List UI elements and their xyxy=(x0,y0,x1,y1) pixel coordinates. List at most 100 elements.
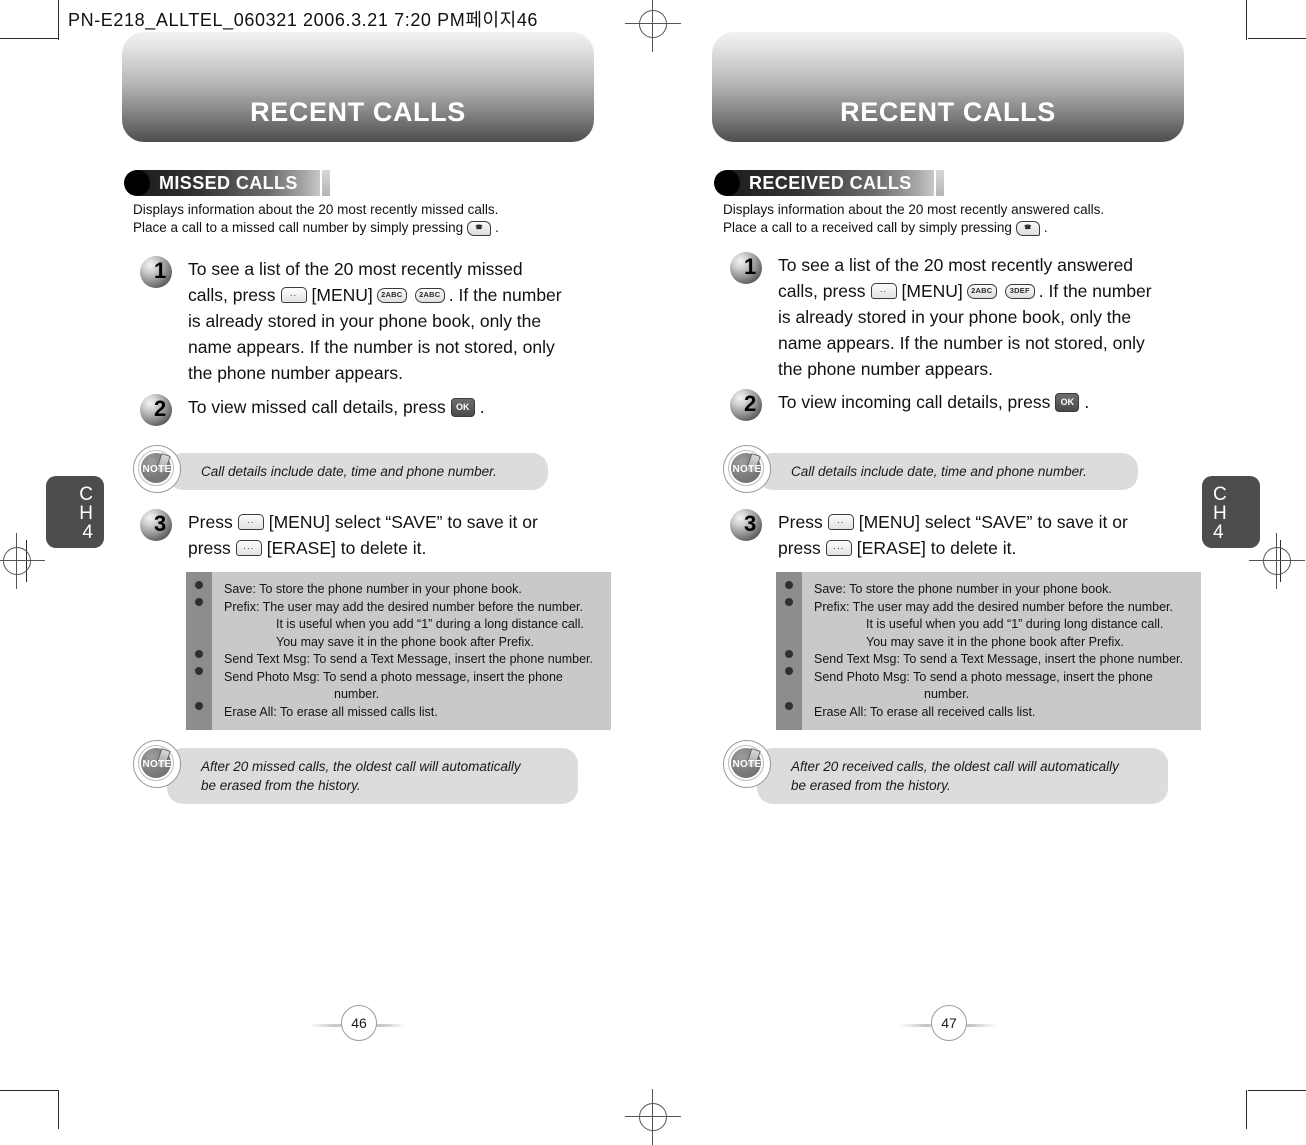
key-2abc-icon: 2ABC xyxy=(376,287,407,303)
step-1-right: 1 To see a list of the 20 most recently … xyxy=(730,252,1198,382)
key-2abc-icon: 2ABC xyxy=(966,283,997,299)
step-1-line-2b: [MENU] xyxy=(311,285,373,305)
chapter-tab-ch-right: C H xyxy=(1213,476,1260,523)
step-2-line-2: . xyxy=(479,397,485,417)
bullet-dot-icon xyxy=(785,650,793,658)
note-icon: NOTE xyxy=(133,740,181,788)
bullet-line: Send Text Msg: To send a Text Message, i… xyxy=(814,652,1183,666)
banner-title: RECENT CALLS xyxy=(840,97,1056,127)
section-heading-missed-calls: MISSED CALLS xyxy=(124,170,330,196)
bullet-line: Send Photo Msg: To send a photo message,… xyxy=(814,669,1153,684)
note-text-block: After 20 received calls, the oldest call… xyxy=(757,748,1168,804)
step-number: 2 xyxy=(744,391,757,416)
menu-softkey-icon: ․․ xyxy=(237,514,264,530)
note-icon: NOTE xyxy=(723,740,771,788)
step-3-right: 3 Press ․․ [MENU] select “SAVE” to save … xyxy=(730,509,1198,561)
note-line-2: be erased from the history. xyxy=(201,778,361,793)
erase-softkey-icon: ․․․ xyxy=(235,540,262,556)
bullet-line: number. xyxy=(334,687,380,701)
page-left: RECENT CALLS MISSED CALLS Displays infor… xyxy=(0,0,611,1129)
bullet-content-left: Save: To store the phone number in your … xyxy=(212,572,603,730)
section-heading-tail xyxy=(935,170,944,196)
chapter-number-right: 4 xyxy=(1213,522,1224,543)
folio-right: 47 xyxy=(900,1005,996,1045)
note-text: Call details include date, time and phon… xyxy=(167,453,548,490)
bullet-dot-icon xyxy=(195,581,203,589)
bullet-line: Save: To store the phone number in your … xyxy=(224,582,522,596)
step-number-badge: 2 xyxy=(140,394,178,426)
options-bullet-box-right: Save: To store the phone number in your … xyxy=(776,572,1201,730)
step-number: 3 xyxy=(154,511,167,536)
intro-line-2-after: . xyxy=(495,220,499,235)
step-3-line-1a: Press xyxy=(188,512,233,532)
intro-paragraph-left: Displays information about the 20 most r… xyxy=(133,201,603,237)
step-number-badge: 2 xyxy=(730,389,768,421)
chapter-number-left: 4 xyxy=(82,522,93,543)
step-1-left: 1 To see a list of the 20 most recently … xyxy=(140,256,608,386)
bullet-dot-icon xyxy=(785,667,793,675)
step-3-line-1b: [MENU] select “SAVE” to save it or xyxy=(858,512,1128,532)
edge-rule-top-right-h xyxy=(1248,38,1306,39)
chapter-letter-h: H xyxy=(79,503,93,524)
note-badge-label: NOTE xyxy=(142,463,172,475)
note-icon: NOTE xyxy=(723,445,771,493)
step-1-line-4: name appears. If the number is not store… xyxy=(778,333,1145,353)
bullet-dot-icon xyxy=(785,702,793,710)
page-number: 47 xyxy=(931,1005,967,1041)
chapter-letter-c: C xyxy=(79,484,93,505)
bullet-line: Erase All: To erase all received calls l… xyxy=(814,704,1036,719)
step-3-left: 3 Press ․․ [MENU] select “SAVE” to save … xyxy=(140,509,608,561)
bullet-line: You may save it in the phone book after … xyxy=(276,634,535,649)
step-1-text: To see a list of the 20 most recently mi… xyxy=(188,256,608,386)
bullet-content-right: Save: To store the phone number in your … xyxy=(802,572,1193,730)
options-bullet-box-left: Save: To store the phone number in your … xyxy=(186,572,611,730)
step-3-line-2b: [ERASE] to delete it. xyxy=(266,538,427,558)
bullet-line: Send Text Msg: To send a Text Message, i… xyxy=(224,652,593,666)
step-1-text: To see a list of the 20 most recently an… xyxy=(778,252,1198,382)
bullet-rail xyxy=(776,572,802,730)
step-3-line-2b: [ERASE] to delete it. xyxy=(856,538,1017,558)
intro-line-2-after: . xyxy=(1043,220,1048,235)
bullet-line: It is useful when you add “1” during lon… xyxy=(866,617,1164,631)
send-key-icon: ☎ xyxy=(1015,220,1040,236)
bullet-rail xyxy=(186,572,212,730)
step-1-line-2c: . If the number xyxy=(448,285,562,305)
chapter-letter-h: H xyxy=(1213,503,1227,524)
step-number-badge: 3 xyxy=(730,509,768,541)
step-2-left: 2 To view missed call details, press OK … xyxy=(140,394,608,426)
step-2-line-1: To view incoming call details, press xyxy=(778,392,1051,412)
page-banner-left: RECENT CALLS xyxy=(122,32,594,142)
note-icon: NOTE xyxy=(133,445,181,493)
note-line-2: be erased from the history. xyxy=(791,778,951,793)
menu-softkey-icon: ․․ xyxy=(280,287,307,303)
step-1-line-2b: [MENU] xyxy=(901,281,963,301)
intro-line-1: Displays information about the 20 most r… xyxy=(723,202,1105,217)
bullet-line: Save: To store the phone number in your … xyxy=(814,582,1112,596)
bullet-dot-icon xyxy=(785,598,793,606)
step-number: 3 xyxy=(744,511,757,536)
bullet-dot-icon xyxy=(195,598,203,606)
step-number: 1 xyxy=(154,258,167,283)
section-heading-label: MISSED CALLS xyxy=(137,170,320,196)
bullet-line: You may save it in the phone book after … xyxy=(866,634,1125,649)
step-3-line-2a: press xyxy=(778,538,821,558)
bullet-line: number. xyxy=(924,687,970,701)
section-bullet-icon xyxy=(124,170,150,196)
note-line-1: After 20 missed calls, the oldest call w… xyxy=(201,759,521,774)
bullet-dot-icon xyxy=(195,650,203,658)
note-text-block: After 20 missed calls, the oldest call w… xyxy=(167,748,578,804)
step-1-line-1: To see a list of the 20 most recently an… xyxy=(778,255,1134,275)
bullet-dot-icon xyxy=(195,702,203,710)
erase-softkey-icon: ․․․ xyxy=(825,540,852,556)
step-1-line-2c: . If the number xyxy=(1038,281,1152,301)
step-2-right: 2 To view incoming call details, press O… xyxy=(730,389,1198,421)
section-heading-received-calls: RECEIVED CALLS xyxy=(714,170,944,196)
step-3-line-1a: Press xyxy=(778,512,823,532)
step-number-badge: 1 xyxy=(140,256,178,288)
step-1-line-4: name appears. If the number is not store… xyxy=(188,337,555,357)
edge-rule-bottom-right-h xyxy=(1248,1090,1306,1091)
step-1-line-2a: calls, press xyxy=(188,285,276,305)
step-2-text: To view incoming call details, press OK … xyxy=(778,389,1198,421)
intro-line-1: Displays information about the 20 most r… xyxy=(133,202,499,217)
step-1-line-5: the phone number appears. xyxy=(188,363,404,383)
